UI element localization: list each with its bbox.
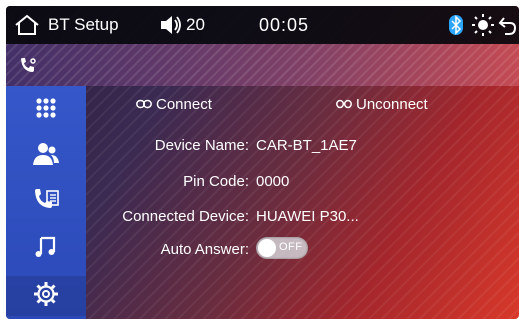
sub-header xyxy=(6,44,519,86)
auto-answer-label: Auto Answer: xyxy=(160,241,249,258)
pin-code-value[interactable]: 0000 xyxy=(256,173,289,190)
connect-label: Connect xyxy=(156,96,212,113)
contacts-icon xyxy=(32,141,60,172)
gear-icon xyxy=(33,281,59,312)
connected-device-value: HUAWEI P30... xyxy=(256,208,359,225)
dialpad-icon xyxy=(34,96,58,125)
volume-level: 20 xyxy=(186,15,205,34)
music-icon xyxy=(34,234,58,263)
sidebar-item-music[interactable] xyxy=(6,228,86,268)
link-icon xyxy=(136,96,152,113)
phone-icon xyxy=(18,56,38,81)
back-icon[interactable] xyxy=(498,6,518,44)
pin-code-label: Pin Code: xyxy=(183,173,249,190)
bt-settings-panel: Connect Unconnect Device Name: CAR-BT_1A… xyxy=(86,86,519,319)
volume-icon[interactable] xyxy=(158,6,184,44)
bluetooth-icon xyxy=(446,6,466,44)
top-bar: BT Setup 20 00:05 xyxy=(6,6,519,44)
home-icon[interactable] xyxy=(12,6,42,44)
toggle-knob xyxy=(258,239,276,257)
sidebar-item-contacts[interactable] xyxy=(6,136,86,176)
device-name-value[interactable]: CAR-BT_1AE7 xyxy=(256,137,357,154)
auto-answer-toggle[interactable]: OFF xyxy=(256,237,308,259)
call-log-icon xyxy=(32,188,60,217)
unconnect-label: Unconnect xyxy=(356,96,428,113)
bt-setup-screen: BT Setup 20 00:05 Connect Unconnect Devi… xyxy=(6,6,519,319)
sidebar xyxy=(6,86,86,319)
toggle-state: OFF xyxy=(279,241,303,253)
connected-device-label: Connected Device: xyxy=(122,208,249,225)
brightness-icon[interactable] xyxy=(472,6,494,44)
sidebar-item-call-log[interactable] xyxy=(6,182,86,222)
sidebar-item-dialpad[interactable] xyxy=(6,90,86,130)
sidebar-item-settings[interactable] xyxy=(6,276,86,316)
clock: 00:05 xyxy=(259,15,310,35)
unconnect-button[interactable]: Unconnect xyxy=(336,96,428,113)
device-name-label: Device Name: xyxy=(154,137,249,154)
unlink-icon xyxy=(336,96,352,113)
page-title: BT Setup xyxy=(48,15,119,34)
connect-button[interactable]: Connect xyxy=(136,96,212,113)
